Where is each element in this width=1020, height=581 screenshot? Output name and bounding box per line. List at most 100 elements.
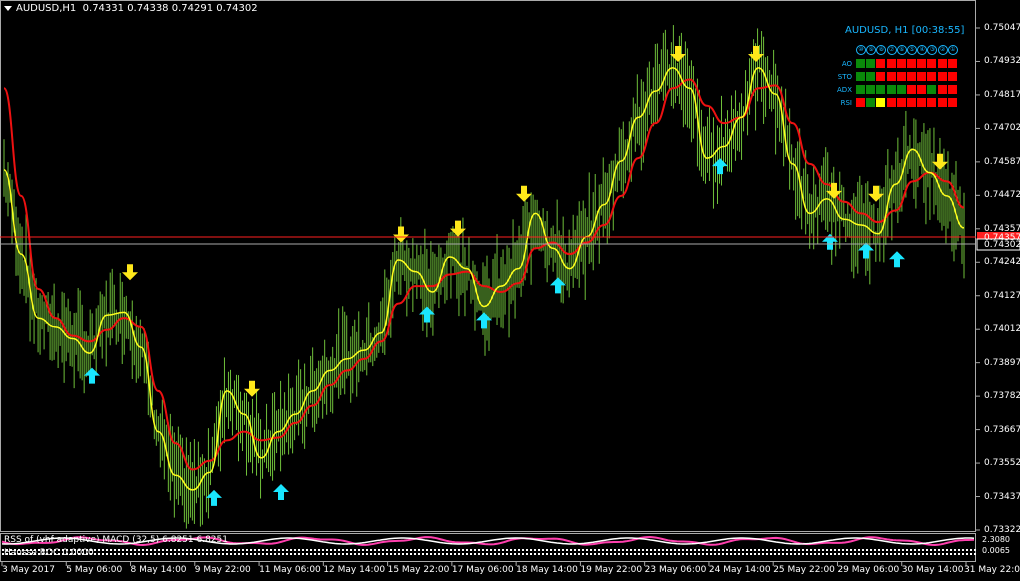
roc-dot — [262, 549, 264, 551]
roc-dot — [278, 553, 280, 555]
roc-dot — [618, 549, 620, 551]
dashboard-cell-red — [896, 72, 906, 81]
roc-dot — [950, 549, 952, 551]
roc-dot — [802, 549, 804, 551]
roc-dot — [390, 549, 392, 551]
roc-dot — [782, 549, 784, 551]
roc-dot — [290, 549, 292, 551]
roc-dot — [638, 553, 640, 555]
roc-dot — [102, 549, 104, 551]
roc-dot — [698, 549, 700, 551]
roc-dot — [578, 553, 580, 555]
roc-dot — [786, 549, 788, 551]
roc-dot — [866, 549, 868, 551]
roc-dot — [650, 553, 652, 555]
dashboard-cell-yellow — [876, 98, 886, 107]
roc-dot — [214, 553, 216, 555]
time-axis-label: 24 May 14:00 — [708, 565, 771, 575]
roc-dot — [542, 549, 544, 551]
roc-dot — [846, 553, 848, 555]
roc-dot — [926, 549, 928, 551]
roc-dot — [410, 553, 412, 555]
roc-dot — [690, 549, 692, 551]
roc-dot — [538, 549, 540, 551]
roc-dot — [262, 553, 264, 555]
roc-dot — [510, 553, 512, 555]
time-axis-label: 15 May 22:00 — [387, 565, 450, 575]
roc-dot — [882, 549, 884, 551]
roc-dot — [570, 549, 572, 551]
roc-dot — [234, 553, 236, 555]
roc-dot — [670, 553, 672, 555]
dashboard-row-label: ADX — [837, 86, 852, 94]
roc-dot — [474, 549, 476, 551]
roc-dot — [830, 549, 832, 551]
roc-dot — [558, 553, 560, 555]
chart-header[interactable]: AUDUSD,H1 0.74331 0.74338 0.74291 0.7430… — [4, 3, 258, 14]
roc-dot — [338, 549, 340, 551]
roc-dot — [754, 553, 756, 555]
roc-dot — [122, 549, 124, 551]
roc-dot — [150, 553, 152, 555]
roc-dot — [662, 549, 664, 551]
roc-dot — [486, 553, 488, 555]
dropdown-icon[interactable] — [4, 5, 12, 11]
roc-dot — [226, 549, 228, 551]
dashboard-cell-red — [876, 59, 886, 68]
dashboard-cell-red — [917, 72, 927, 81]
roc-dot — [526, 553, 528, 555]
roc-dot — [282, 553, 284, 555]
roc-dot — [202, 553, 204, 555]
roc-dot — [118, 549, 120, 551]
roc-dot — [382, 549, 384, 551]
roc-dot — [598, 549, 600, 551]
roc-dot — [914, 553, 916, 555]
dashboard-cell-red — [896, 59, 906, 68]
roc-dot — [850, 553, 852, 555]
roc-dot — [222, 549, 224, 551]
roc-dot — [682, 553, 684, 555]
dashboard-cell-red — [927, 72, 937, 81]
roc-dot — [350, 553, 352, 555]
roc-dot — [514, 553, 516, 555]
roc-dot — [946, 549, 948, 551]
roc-dot — [710, 553, 712, 555]
roc-dot — [406, 553, 408, 555]
roc-dot — [730, 549, 732, 551]
roc-dot — [342, 549, 344, 551]
roc-dot — [442, 549, 444, 551]
roc-dot — [318, 549, 320, 551]
roc-dot — [610, 553, 612, 555]
roc-dot — [362, 553, 364, 555]
roc-dot — [106, 549, 108, 551]
time-axis-label: 9 May 22:00 — [194, 565, 251, 575]
roc-dot — [270, 549, 272, 551]
roc-dot — [334, 553, 336, 555]
roc-dot — [118, 553, 120, 555]
subwindow-label-roc: Hausse ROC 0.0000 — [4, 548, 94, 558]
roc-dot — [178, 549, 180, 551]
roc-dot — [458, 549, 460, 551]
roc-dot — [682, 549, 684, 551]
dashboard-cell-red — [917, 59, 927, 68]
roc-dot — [462, 553, 464, 555]
roc-dot — [962, 549, 964, 551]
roc-dot — [406, 549, 408, 551]
roc-dot — [898, 553, 900, 555]
dashboard-cell-red — [927, 59, 937, 68]
roc-dot — [346, 549, 348, 551]
roc-dot — [122, 553, 124, 555]
roc-dot — [870, 553, 872, 555]
roc-dot — [766, 553, 768, 555]
roc-dot — [142, 553, 144, 555]
roc-dot — [338, 553, 340, 555]
roc-dot — [226, 553, 228, 555]
roc-dot — [746, 553, 748, 555]
roc-dot — [878, 553, 880, 555]
roc-dot — [210, 549, 212, 551]
roc-dot — [106, 553, 108, 555]
roc-dot — [482, 553, 484, 555]
roc-dot — [662, 553, 664, 555]
roc-dot — [918, 553, 920, 555]
time-axis-label: 23 May 06:00 — [644, 565, 707, 575]
